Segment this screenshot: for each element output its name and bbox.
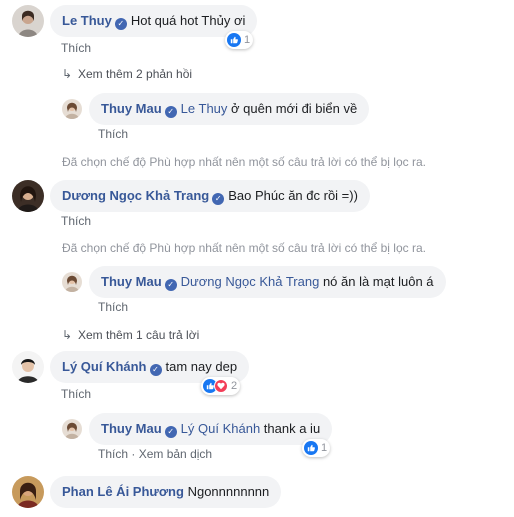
reply-author[interactable]: Thuy Mau [101, 101, 162, 116]
like-reaction-icon [304, 441, 318, 455]
filter-notice: Đã chọn chế độ Phù hợp nhất nên một số c… [62, 241, 426, 255]
reaction-summary[interactable]: 2 [201, 377, 241, 395]
avatar-le-thuy[interactable] [12, 5, 44, 37]
reply-mention[interactable]: Dương Ngọc Khả Trang [181, 274, 320, 289]
comment-bubble: Le Thuy ✓ Hot quá hot Thủy ơi [50, 5, 258, 37]
like-action[interactable]: Thích [98, 127, 128, 141]
reply-arrow-icon: ↳ [62, 67, 73, 81]
love-reaction-icon [214, 379, 228, 393]
verified-icon: ✓ [149, 364, 162, 376]
like-action[interactable]: Thích [98, 447, 128, 461]
avatar-thuy-mau[interactable] [62, 419, 82, 439]
reaction-summary[interactable]: 1 [225, 31, 254, 49]
comment-author[interactable]: Dương Ngọc Khả Trang [62, 188, 209, 203]
reply-author[interactable]: Thuy Mau [101, 421, 162, 436]
comment-author[interactable]: Lý Quí Khánh [62, 359, 147, 374]
reply-text: ở quên mới đi biển về [231, 101, 358, 116]
comment-text: Ngonnnnnnnn [187, 484, 270, 499]
comment-bubble: Phan Lê Ái Phương Ngonnnnnnnn [50, 476, 282, 508]
verified-icon: ✓ [212, 193, 225, 205]
avatar-phan-le-ai-phuong[interactable] [12, 476, 44, 508]
comment-text: Hot quá hot Thủy ơi [130, 13, 246, 28]
like-action[interactable]: Thích [61, 214, 91, 228]
reply-bubble: Thuy Mau ✓ Dương Ngọc Khả Trang nó ăn là m… [89, 266, 446, 298]
avatar-thuy-mau[interactable] [62, 99, 82, 119]
view-more-label: Xem thêm 2 phản hồi [78, 67, 193, 81]
reply-bubble: Thuy Mau ✓ Lý Quí Khánh thank a iu [89, 413, 333, 445]
filter-notice: Đã chọn chế độ Phù hợp nhất nên một số c… [62, 155, 426, 169]
verified-icon: ✓ [114, 18, 127, 30]
reply-mention[interactable]: Lý Quí Khánh [181, 421, 261, 436]
avatar-ly-qui-khanh[interactable] [12, 351, 44, 383]
verified-icon: ✓ [164, 279, 177, 291]
view-more-replies[interactable]: ↳ Xem thêm 2 phản hồi [62, 67, 192, 81]
avatar-thuy-mau[interactable] [62, 272, 82, 292]
comment-author[interactable]: Phan Lê Ái Phương [62, 484, 184, 499]
reaction-count: 2 [231, 380, 238, 392]
verified-icon: ✓ [164, 106, 177, 118]
comment-bubble: Dương Ngọc Khả Trang ✓ Bao Phúc ăn đc rồi … [50, 180, 370, 212]
like-action[interactable]: Thích [61, 387, 91, 401]
reply-mention[interactable]: Le Thuy [181, 101, 228, 116]
see-translation-link[interactable]: Xem bản dịch [139, 447, 212, 461]
verified-icon: ✓ [164, 426, 177, 438]
reply-bubble: Thuy Mau ✓ Le Thuy ở quên mới đi biển về [89, 93, 370, 125]
like-reaction-icon [227, 33, 241, 47]
separator-dot: · [131, 447, 136, 461]
reply-text: nó ăn là mạt luôn á [322, 274, 434, 289]
comment-author[interactable]: Le Thuy [62, 13, 112, 28]
comment-text: tam nay dep [165, 359, 238, 374]
reaction-count: 1 [321, 442, 328, 454]
reply-arrow-icon: ↳ [62, 328, 73, 342]
view-more-replies[interactable]: ↳ Xem thêm 1 câu trả lời [62, 328, 199, 342]
reply-actions: Thích · Xem bản dịch [98, 447, 212, 461]
reaction-summary[interactable]: 1 [302, 439, 331, 457]
reply-text: thank a iu [263, 421, 321, 436]
avatar-duong-ngoc-kha-trang[interactable] [12, 180, 44, 212]
view-more-label: Xem thêm 1 câu trả lời [78, 328, 200, 342]
comment-text: Bao Phúc ăn đc rồi =)) [228, 188, 358, 203]
like-action[interactable]: Thích [98, 300, 128, 314]
like-action[interactable]: Thích [61, 41, 91, 55]
reply-author[interactable]: Thuy Mau [101, 274, 162, 289]
reaction-count: 1 [244, 34, 251, 46]
